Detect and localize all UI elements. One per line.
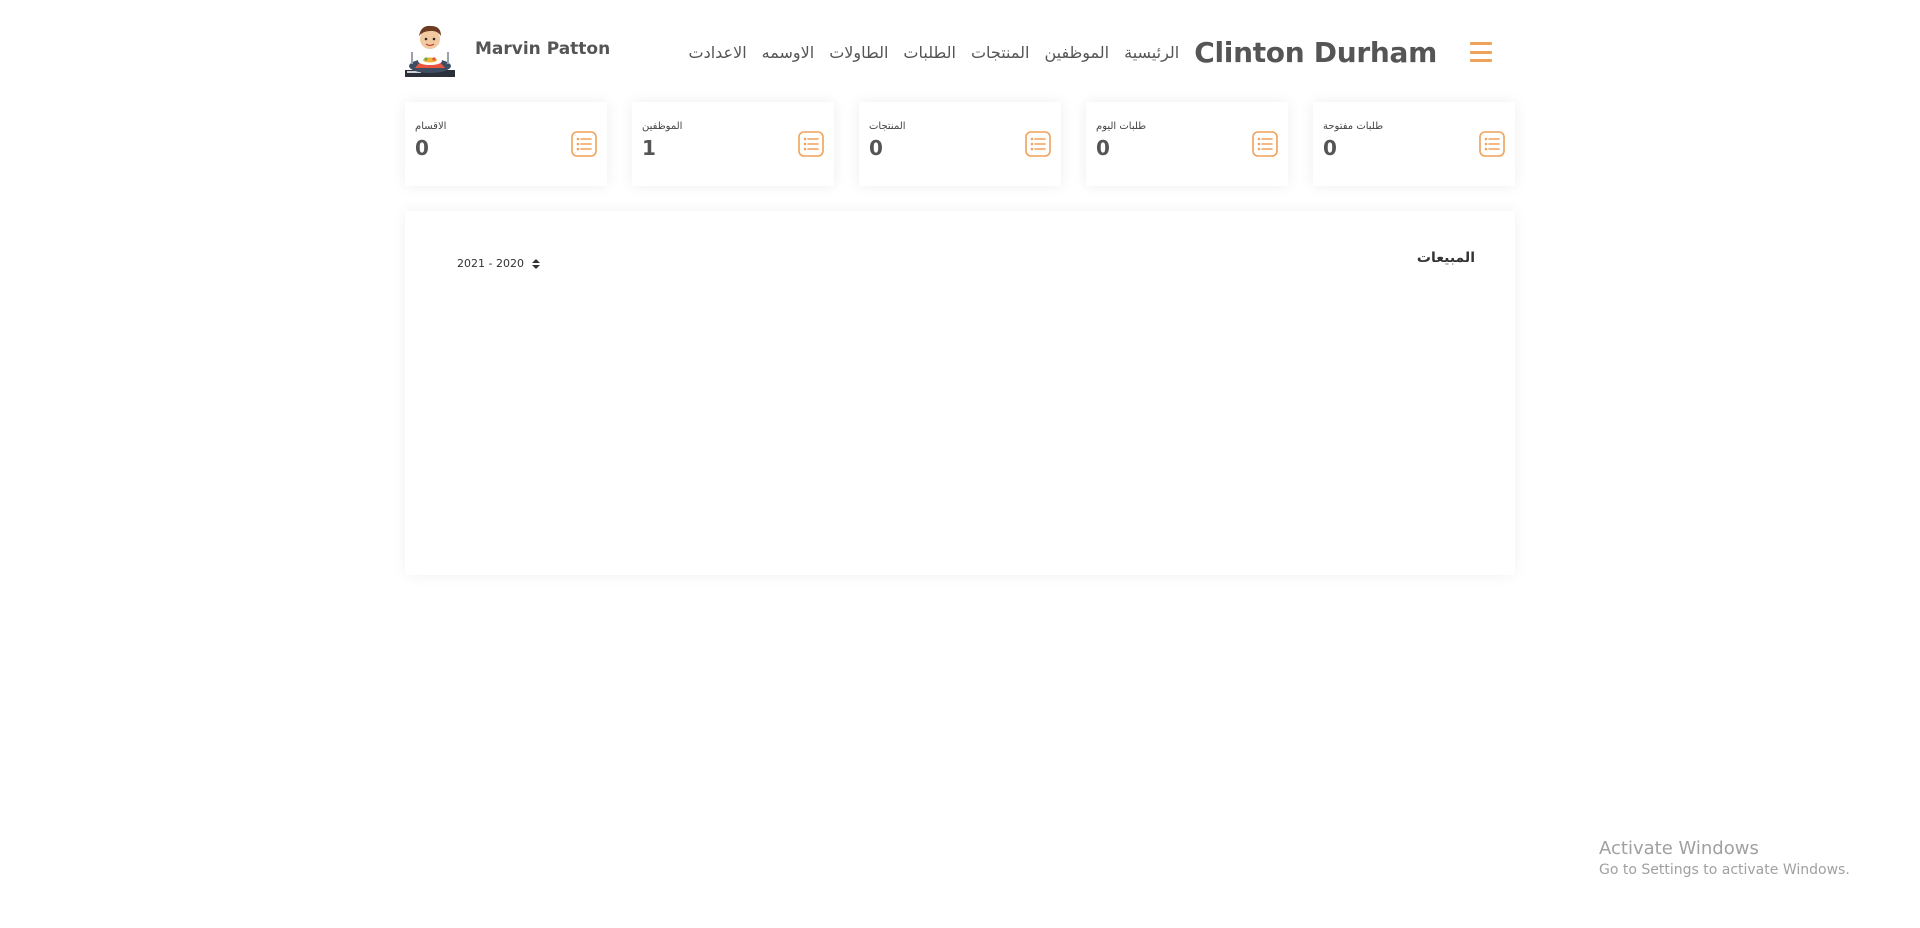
watermark-title: Activate Windows: [1599, 838, 1759, 859]
user-avatar[interactable]: [405, 22, 455, 77]
nav-item-home[interactable]: الرئيسية: [1124, 43, 1179, 62]
stat-label: الاقسام: [415, 121, 447, 132]
stat-label: طلبات اليوم: [1096, 121, 1147, 132]
nav-item-tables[interactable]: الطاولات: [829, 43, 888, 62]
nav-item-products[interactable]: المنتجات: [971, 43, 1030, 62]
user-name[interactable]: Marvin Patton: [475, 39, 610, 59]
list-icon: [798, 131, 824, 157]
watermark-subtitle: Go to Settings to activate Windows.: [1599, 862, 1850, 878]
stat-value: 1: [642, 136, 656, 160]
stats-cards: الاقسام 0 الموظفين 1 المنتجات 0 طلبات ال…: [405, 102, 1515, 186]
stat-card-employees: الموظفين 1: [632, 102, 834, 186]
list-icon: [571, 131, 597, 157]
stat-label: الموظفين: [642, 121, 683, 132]
nav-right: Clinton Durham الرئيسية الموظفين المنتجا…: [674, 28, 1516, 76]
sales-panel: المبيعات 2021 - 2020: [405, 211, 1515, 575]
stat-card-sections: الاقسام 0: [405, 102, 607, 186]
top-navbar: Marvin Patton Clinton Durham الرئيسية ال…: [405, 0, 1515, 100]
nav-item-employees[interactable]: الموظفين: [1044, 43, 1109, 62]
windows-activation-watermark: Activate Windows Go to Settings to activ…: [1599, 837, 1850, 879]
nav-item-orders[interactable]: الطلبات: [903, 43, 956, 62]
main-nav: الرئيسية الموظفين المنتجات الطلبات الطاو…: [674, 43, 1180, 62]
list-icon: [1479, 131, 1505, 157]
page-container: Marvin Patton Clinton Durham الرئيسية ال…: [405, 0, 1515, 575]
year-select-value[interactable]: 2021 - 2020: [457, 257, 524, 270]
nav-item-settings[interactable]: الاعدادت: [689, 43, 747, 62]
hamburger-icon[interactable]: [1470, 42, 1492, 62]
user-profile[interactable]: Marvin Patton: [405, 22, 610, 78]
stat-card-open-orders: طلبات مفتوحة 0: [1313, 102, 1515, 186]
sales-title: المبيعات: [1416, 250, 1475, 266]
sort-arrows-icon[interactable]: [531, 258, 540, 269]
stat-value: 0: [869, 136, 883, 160]
chef-avatar-icon: [405, 25, 455, 77]
stat-label: طلبات مفتوحة: [1323, 121, 1384, 132]
stat-label: المنتجات: [869, 121, 906, 132]
nav-item-tags[interactable]: الاوسمه: [762, 43, 815, 62]
stat-value: 0: [1323, 136, 1337, 160]
list-icon: [1252, 131, 1278, 157]
stat-value: 0: [415, 136, 429, 160]
brand-title[interactable]: Clinton Durham: [1194, 36, 1437, 69]
list-icon: [1025, 131, 1051, 157]
stat-card-today-orders: طلبات اليوم 0: [1086, 102, 1288, 186]
stat-card-products: المنتجات 0: [859, 102, 1061, 186]
stat-value: 0: [1096, 136, 1110, 160]
year-select[interactable]: 2021 - 2020: [457, 257, 540, 270]
